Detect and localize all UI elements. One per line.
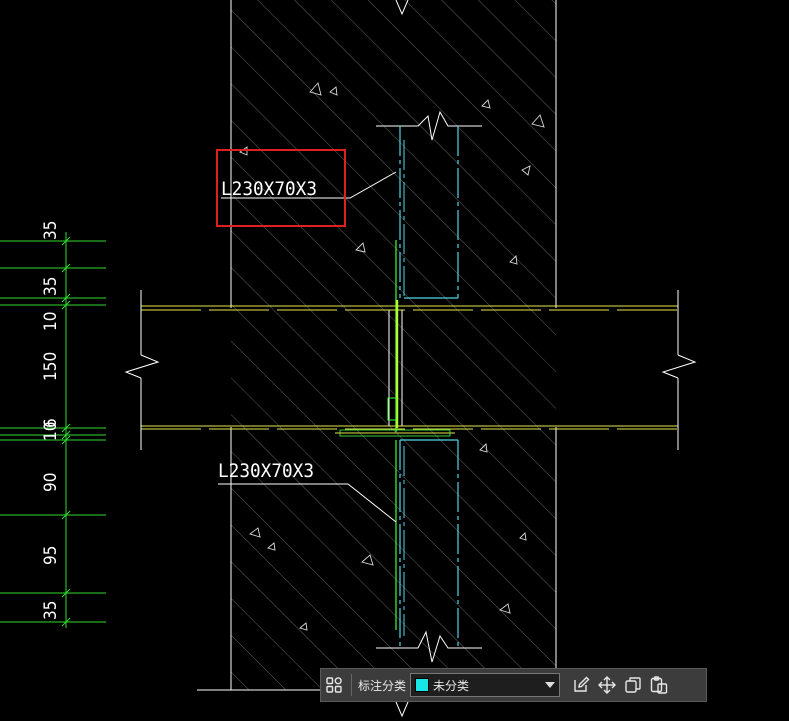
dim-label-6: 6	[41, 418, 61, 428]
annotation-toolbar: 标注分类 未分类	[320, 668, 707, 702]
copy-icon[interactable]	[620, 672, 646, 698]
dropdown-arrow-icon	[545, 682, 556, 688]
edit-icon[interactable]	[568, 672, 594, 698]
annotation-top[interactable]: L230X70X3	[221, 178, 317, 200]
category-label: 标注分类	[358, 678, 407, 693]
category-color-swatch	[415, 678, 430, 692]
dim-label-3: 10	[41, 312, 61, 331]
grid-four-icon[interactable]	[321, 672, 347, 698]
dim-label-7: 90	[41, 473, 61, 492]
dim-label-8: 95	[41, 546, 61, 565]
floor-slab	[124, 290, 697, 450]
category-select-value: 未分类	[433, 678, 470, 693]
cad-drawing-canvas[interactable]: L230X70X3 L230X70X3 35 35 10 150 10 6 90…	[0, 0, 789, 721]
category-select[interactable]: 未分类	[410, 673, 561, 697]
dim-label-9: 35	[41, 601, 61, 620]
break-marker-bottom	[395, 701, 409, 718]
dim-label-4: 150	[41, 352, 61, 381]
dim-label-1: 35	[41, 221, 61, 240]
move-icon[interactable]	[594, 672, 620, 698]
paste-icon[interactable]	[646, 672, 672, 698]
dimension-chain: 35 35 10 150 10 6 90 95 35	[0, 221, 106, 628]
dim-label-2: 35	[41, 277, 61, 296]
annotation-bottom[interactable]: L230X70X3	[218, 460, 314, 482]
toolbar-divider	[351, 674, 352, 696]
